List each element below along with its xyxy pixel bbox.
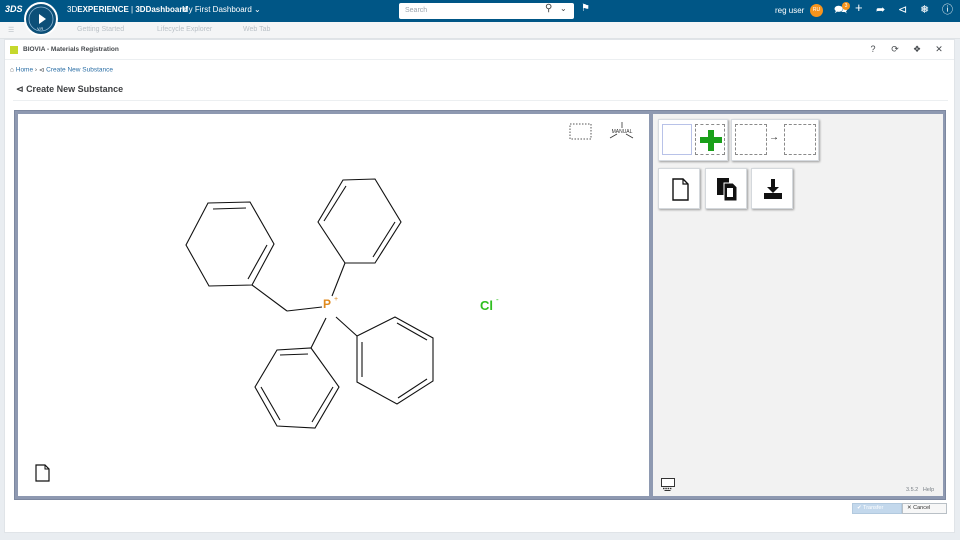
product-slot[interactable] <box>784 124 816 155</box>
search-options-icon[interactable]: ⌄ <box>560 4 567 13</box>
apps-icon[interactable]: ❅ <box>920 4 929 16</box>
substance-icon: ⊲ <box>38 67 45 74</box>
cyclohexadiene-ring <box>185 201 275 287</box>
selection-rect-icon <box>569 123 592 140</box>
brand-3d: 3D <box>67 5 78 14</box>
ds-logo[interactable]: 3DS <box>5 4 23 14</box>
phenyl-ring-bottom <box>254 347 340 429</box>
breadcrumb-home[interactable]: Home <box>16 67 33 74</box>
top-bar: 3DS 3DEXPERIENCE | 3DDashboard My First … <box>0 0 960 22</box>
bond-p-phenyl-right <box>335 316 358 337</box>
add-slot[interactable] <box>695 124 725 155</box>
atom-phosphorus: P <box>323 297 331 311</box>
breadcrumb: ⌂ Home › ⊲ Create New Substance <box>10 66 113 75</box>
reactant-slot[interactable] <box>735 124 767 155</box>
pin-icon[interactable]: ❖ <box>911 44 923 55</box>
phenyl-ring-right <box>356 316 434 405</box>
copy-file-button[interactable] <box>705 168 747 209</box>
dashboard-name: My First Dashboard <box>182 5 252 14</box>
copy-icon <box>717 178 738 202</box>
download-button[interactable] <box>751 168 793 209</box>
drawing-canvas[interactable]: MANUAL P + Cl - <box>18 114 649 496</box>
new-document-icon <box>35 464 50 482</box>
widget-panel: BIOVIA - Materials Registration ? ⟳ ❖ ✕ … <box>4 39 955 533</box>
substance-icon: ⊲ <box>16 84 24 94</box>
breadcrumb-current[interactable]: Create New Substance <box>46 67 113 74</box>
tab-getting-started[interactable]: Getting Started <box>77 26 124 33</box>
panel-title: BIOVIA - Materials Registration <box>23 46 119 53</box>
keyboard-keys <box>663 486 672 491</box>
brand-app: 3DDashboard <box>135 5 188 14</box>
bond-p-phenyl-bottom <box>310 317 327 349</box>
cancel-label: Cancel <box>913 505 931 511</box>
share-icon[interactable]: ➦ <box>876 4 885 16</box>
close-icon: ✕ <box>907 505 912 511</box>
panel-header: BIOVIA - Materials Registration ? ⟳ ❖ ✕ <box>5 40 954 60</box>
tab-lifecycle-explorer[interactable]: Lifecycle Explorer <box>157 26 212 33</box>
manual-mode-label: MANUAL <box>612 129 633 135</box>
divider <box>13 100 948 101</box>
arrow-right-icon: → <box>769 132 779 143</box>
avatar[interactable]: RU <box>810 4 823 17</box>
transfer-button[interactable]: ✔ Transfer <box>852 503 902 514</box>
atom-chloride: Cl <box>480 298 493 313</box>
atom-phosphorus-charge: + <box>334 296 338 303</box>
add-icon <box>700 130 722 151</box>
version-number: 3.5.2 <box>906 487 919 493</box>
molecule-drawing[interactable]: MANUAL P + Cl - <box>18 114 649 496</box>
bond-ring-ch2 <box>251 284 288 312</box>
help-icon[interactable]: ? <box>867 44 879 54</box>
tag-icon[interactable]: ⚑ <box>581 3 590 14</box>
bond-p-phenyl-top <box>331 262 346 297</box>
dashboard-selector[interactable]: My First Dashboard ⌄ <box>182 5 261 14</box>
transfer-label: Transfer <box>863 505 884 511</box>
close-icon[interactable]: ✕ <box>933 44 945 55</box>
version-info: 3.5.2 Help <box>906 487 934 493</box>
reaction-group[interactable]: → <box>731 119 819 161</box>
help-link[interactable]: Help <box>923 487 934 493</box>
fragment-slot[interactable] <box>662 124 692 155</box>
search-icon[interactable]: ⚲ <box>545 3 552 14</box>
page-title-text: Create New Substance <box>26 84 124 94</box>
brand-experience: EXPERIENCE <box>77 5 129 14</box>
tab-menu-icon[interactable]: ☰ <box>8 26 14 34</box>
new-file-button[interactable] <box>658 168 700 209</box>
notification-badge: 3 <box>842 2 850 10</box>
chevron-down-icon: ⌄ <box>254 5 261 14</box>
dashboard-tab-strip: ☰ Getting Started Lifecycle Explorer Web… <box>0 22 960 39</box>
compass-label: V,R <box>37 26 44 31</box>
phenyl-ring-top <box>317 178 402 264</box>
editor-side-panel: → 3.5.2 Help <box>653 114 943 496</box>
bond-ch2-p <box>286 306 323 312</box>
keyboard-icon[interactable] <box>661 478 675 491</box>
compass-button[interactable]: V,R <box>24 2 58 36</box>
add-icon[interactable]: + <box>855 1 863 14</box>
page-title: ⊲ Create New Substance <box>16 84 123 95</box>
document-icon <box>672 178 689 201</box>
cancel-button[interactable]: ✕ Cancel <box>902 503 947 514</box>
biovia-app-icon <box>10 46 18 54</box>
check-icon: ✔ <box>857 505 862 511</box>
user-name[interactable]: reg user <box>775 6 804 15</box>
refresh-icon[interactable]: ⟳ <box>889 44 901 55</box>
add-fragment-group[interactable] <box>658 119 728 161</box>
download-icon <box>764 179 782 199</box>
help-icon[interactable]: ⓘ <box>942 4 953 16</box>
chemical-editor: MANUAL P + Cl - → 3.5.2 Help <box>14 110 946 500</box>
tab-web-tab[interactable]: Web Tab <box>243 26 270 33</box>
atom-chloride-charge: - <box>496 295 499 304</box>
home-icon: ⌂ <box>10 66 14 74</box>
breadcrumb-separator: › <box>34 66 38 74</box>
network-icon[interactable]: ⊲ <box>898 4 907 16</box>
brand-title: 3DEXPERIENCE | 3DDashboard <box>67 5 187 14</box>
